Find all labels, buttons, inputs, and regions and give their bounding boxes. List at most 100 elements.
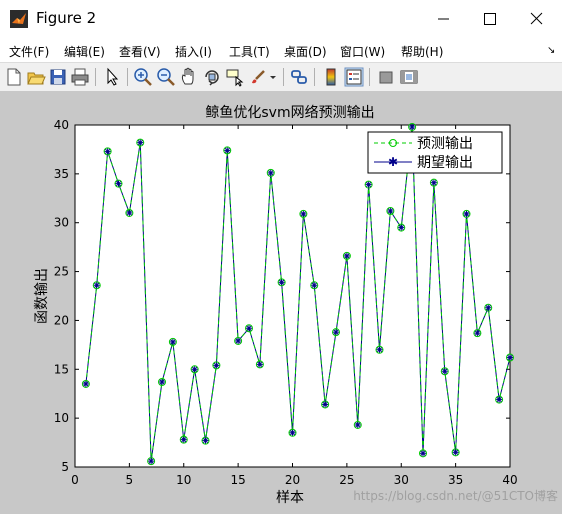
expected-point — [148, 458, 155, 465]
toolbar-separator — [95, 68, 96, 86]
window-titlebar: Figure 2 — [0, 0, 562, 38]
close-button[interactable] — [512, 0, 562, 38]
minimize-icon — [438, 18, 449, 20]
close-icon — [530, 12, 543, 25]
new-figure-icon[interactable] — [3, 66, 25, 88]
y-tick-label: 40 — [54, 118, 69, 132]
menu-tools[interactable]: 工具(T) — [229, 43, 270, 60]
expected-point — [452, 449, 459, 456]
legend-label-predicted: 预测输出 — [417, 136, 473, 152]
x-tick-label: 35 — [448, 473, 463, 487]
expected-point — [213, 362, 220, 369]
y-tick-label: 25 — [54, 265, 69, 279]
expected-point — [354, 421, 361, 428]
x-tick-label: 10 — [176, 473, 191, 487]
menu-view[interactable]: 查看(V) — [119, 43, 161, 60]
expected-point — [137, 139, 144, 146]
expected-point — [246, 325, 252, 332]
expected-point — [224, 147, 231, 154]
zoom-in-icon[interactable] — [132, 66, 154, 88]
axes-box — [74, 124, 511, 468]
legend-label-expected: 期望输出 — [417, 155, 473, 171]
expected-point — [235, 337, 242, 344]
expected-point — [398, 224, 405, 231]
expected-point — [82, 380, 89, 387]
y-tick-label: 20 — [54, 313, 69, 327]
watermark-text: https://blog.csdn.net/@51CTO博客 — [353, 488, 558, 503]
zoom-out-icon[interactable] — [155, 66, 177, 88]
expected-point — [496, 396, 503, 403]
expected-point — [322, 401, 329, 408]
brush-icon[interactable] — [247, 66, 269, 88]
menu-insert[interactable]: 插入(I) — [175, 43, 212, 60]
y-tick-label: 30 — [54, 216, 69, 230]
minimize-button[interactable] — [420, 0, 466, 38]
menu-undock-arrow[interactable]: ↘ — [547, 45, 555, 56]
rotate-3d-icon[interactable] — [201, 66, 223, 88]
open-file-icon[interactable] — [25, 66, 47, 88]
expected-point — [430, 179, 437, 186]
plot-svg: 鲸鱼优化svm网络预测输出 0 5 10 15 20 25 30 35 405101520253… — [34, 104, 558, 506]
expected-point — [474, 330, 481, 337]
data-cursor-icon[interactable] — [224, 66, 246, 88]
expected-point — [485, 304, 492, 311]
x-tick-label: 40 — [502, 473, 517, 487]
y-tick-label: 5 — [61, 460, 69, 474]
x-tick-label: 15 — [230, 473, 245, 487]
menu-edit[interactable]: 编辑(E) — [64, 43, 105, 60]
show-plot-tools-icon[interactable] — [398, 66, 420, 88]
save-icon[interactable] — [47, 66, 69, 88]
expected-point — [333, 329, 339, 336]
figure-canvas: 鲸鱼优化svm网络预测输出 0 5 10 15 20 25 30 35 40 5 10 15 20 25 3… — [0, 92, 562, 514]
window-title: Figure 2 — [36, 9, 97, 27]
print-icon[interactable] — [69, 66, 91, 88]
toolbar-separator — [314, 68, 315, 86]
menu-help[interactable]: 帮助(H) — [401, 43, 443, 60]
expected-point — [256, 361, 263, 368]
expected-point — [202, 437, 209, 444]
menu-file[interactable]: 文件(F) — [9, 43, 49, 60]
expected-point — [463, 210, 470, 217]
menu-desktop[interactable]: 桌面(D) — [284, 43, 327, 60]
colorbar-icon[interactable] — [320, 66, 342, 88]
hide-plot-tools-icon[interactable] — [375, 66, 397, 88]
expected-point — [126, 209, 133, 216]
y-tick-label: 15 — [54, 362, 69, 376]
expected-point — [278, 279, 285, 286]
expected-point — [507, 354, 513, 361]
matlab-app-icon — [10, 10, 28, 28]
expected-point — [169, 338, 176, 345]
toolbar-separator — [283, 68, 284, 86]
expected-point — [343, 252, 350, 259]
legend-icon[interactable] — [343, 66, 365, 88]
expected-point — [409, 123, 416, 130]
x-tick-label: 0 — [71, 473, 79, 487]
expected-point — [387, 207, 394, 214]
expected-point — [191, 366, 198, 373]
y-axis-label: 函数输出 — [34, 268, 50, 324]
legend: 预测输出 ✱ 期望输出 — [367, 131, 503, 174]
menu-bar: 文件(F) 编辑(E) 查看(V) 插入(I) 工具(T) 桌面(D) 窗口(W… — [0, 38, 562, 62]
expected-point — [441, 368, 448, 375]
expected-point — [365, 181, 372, 188]
y-tick-label: 35 — [54, 167, 69, 181]
x-tick-label: 5 — [126, 473, 134, 487]
menu-window[interactable]: 窗口(W) — [340, 43, 385, 60]
edit-plot-arrow-icon[interactable] — [101, 66, 123, 88]
expected-point — [104, 148, 111, 155]
expected-point — [289, 429, 296, 436]
toolbar-separator — [369, 68, 370, 86]
expected-point — [115, 180, 122, 187]
pan-icon[interactable] — [178, 66, 200, 88]
y-tick-label: 10 — [54, 411, 69, 425]
x-tick-label: 25 — [339, 473, 354, 487]
expected-point — [376, 346, 383, 353]
x-axis-label: 样本 — [276, 490, 304, 506]
x-tick-label: 20 — [285, 473, 300, 487]
expected-point — [267, 169, 274, 176]
link-plot-icon[interactable] — [288, 66, 310, 88]
maximize-button[interactable] — [466, 0, 512, 38]
expected-point — [180, 436, 187, 443]
expected-point — [420, 450, 426, 457]
brush-dropdown-icon[interactable] — [268, 66, 278, 88]
